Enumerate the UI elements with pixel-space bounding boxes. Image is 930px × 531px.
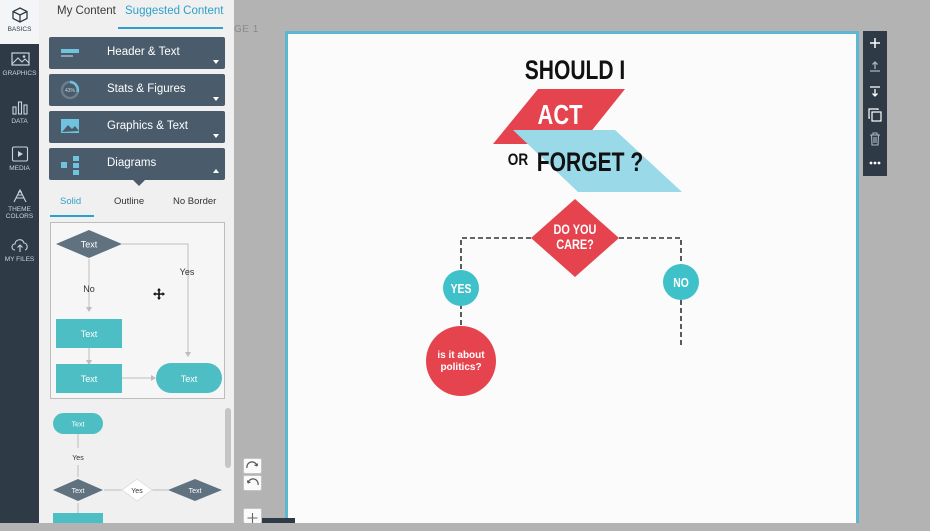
template-yes-label: Yes xyxy=(180,267,195,277)
add-page-button[interactable] xyxy=(243,508,262,523)
element-toolbar xyxy=(863,31,887,176)
diagram-icon xyxy=(61,156,79,175)
expand-caret-icon[interactable] xyxy=(213,97,219,101)
politics-text-line2: politics? xyxy=(440,362,481,373)
content-tabs: My Content Suggested Content xyxy=(39,0,234,30)
diagram-template-2[interactable]: Text Yes Text Yes Text xyxy=(50,405,225,527)
rail-graphics-label: GRAPHICS xyxy=(2,70,37,77)
template2-diamond-2-text: Yes xyxy=(131,488,143,495)
rail-theme-label: THEME xyxy=(8,206,31,213)
template2-pill-text: Text xyxy=(72,422,85,429)
no-text: NO xyxy=(673,276,689,290)
title-should-i: SHOULD I xyxy=(525,56,626,86)
category-graphics-text[interactable]: Graphics & Text xyxy=(49,111,225,143)
template2-yes-label: Yes xyxy=(72,455,84,462)
bar-chart-icon xyxy=(11,101,28,115)
content-panel: My Content Suggested Content Header & Te… xyxy=(39,0,234,527)
header-text-icon xyxy=(61,49,79,57)
collapse-caret-icon[interactable] xyxy=(213,169,219,173)
yes-text: YES xyxy=(451,282,472,296)
forget-text: FORGET ? xyxy=(537,148,643,178)
act-text: ACT xyxy=(538,99,583,130)
category-header-text[interactable]: Header & Text xyxy=(49,37,225,69)
undo-button[interactable] xyxy=(243,475,262,491)
rail-basics[interactable]: BASICS xyxy=(0,0,39,44)
rail-theme-colors[interactable]: THEME COLORS xyxy=(0,188,39,224)
tab-solid[interactable]: Solid xyxy=(60,196,81,207)
send-backward-icon xyxy=(870,86,880,97)
page-label: GE 1 xyxy=(234,24,259,35)
trash-icon xyxy=(870,132,880,146)
page-strip-indicator xyxy=(262,518,295,523)
delete-button[interactable] xyxy=(863,127,887,151)
care-text-line1: DO YOU xyxy=(554,222,597,238)
category-label: Graphics & Text xyxy=(107,120,188,132)
undo-icon xyxy=(246,478,259,486)
expand-caret-icon[interactable] xyxy=(213,134,219,138)
diagram-template-1[interactable]: Text No Yes Text Text Text xyxy=(50,222,225,399)
plus-icon xyxy=(247,513,258,523)
cloud-upload-icon xyxy=(10,239,28,252)
rail-media[interactable]: MEDIA xyxy=(0,145,39,177)
redo-icon xyxy=(246,461,259,469)
expand-caret-icon[interactable] xyxy=(213,60,219,64)
canvas-page[interactable]: SHOULD I ACT FORGET ? OR DO YOU CARE? YE… xyxy=(285,31,859,523)
move-up-button[interactable] xyxy=(863,55,887,79)
politics-circle xyxy=(426,326,496,396)
category-label: Diagrams xyxy=(107,157,157,169)
template-no-label: No xyxy=(83,284,95,294)
redo-button[interactable] xyxy=(243,458,262,474)
rail-colors-label: COLORS xyxy=(5,213,34,220)
category-label: Header & Text xyxy=(107,46,180,58)
category-stats-figures[interactable]: 43% Stats & Figures xyxy=(49,74,225,106)
rail-data-label: DATA xyxy=(11,118,28,125)
bring-forward-icon xyxy=(870,61,880,72)
tab-my-content[interactable]: My Content xyxy=(57,5,116,17)
category-label: Stats & Figures xyxy=(107,83,186,95)
tab-no-border[interactable]: No Border xyxy=(173,196,216,207)
rail-my-files-label: MY FILES xyxy=(4,256,35,263)
rail-media-label: MEDIA xyxy=(9,165,30,172)
politics-text-line1: is it about xyxy=(437,350,485,361)
template2-diamond-1-text: Text xyxy=(72,488,85,495)
care-text-line2: CARE? xyxy=(556,237,594,253)
template2-box xyxy=(53,513,103,527)
duplicate-icon xyxy=(868,108,882,122)
duplicate-button[interactable] xyxy=(863,103,887,127)
style-tab-indicator xyxy=(50,215,94,217)
diagram-template-1-preview: Text No Yes Text Text Text xyxy=(56,230,222,393)
rail-graphics[interactable]: GRAPHICS xyxy=(0,52,39,86)
more-button[interactable] xyxy=(863,151,887,175)
tab-suggested-content[interactable]: Suggested Content xyxy=(125,5,223,17)
diagram-template-2-preview: Text Yes Text Yes Text xyxy=(53,413,222,527)
play-icon xyxy=(11,146,28,162)
template2-diamond-3-text: Text xyxy=(189,488,202,495)
more-icon xyxy=(869,161,881,165)
active-tab-indicator xyxy=(118,27,223,29)
image-icon xyxy=(10,52,30,66)
plus-icon xyxy=(870,38,880,48)
image-text-icon xyxy=(61,119,79,133)
stats-donut-icon: 43% xyxy=(60,80,80,100)
template-diamond-text: Text xyxy=(81,240,98,250)
rail-my-files[interactable]: MY FILES xyxy=(0,236,39,268)
palette-icon xyxy=(13,188,26,203)
template-pill-text: Text xyxy=(181,374,198,384)
tab-outline[interactable]: Outline xyxy=(114,196,144,207)
template-box-1-text: Text xyxy=(81,329,98,339)
stats-icon-text: 43% xyxy=(65,88,76,94)
or-text: OR xyxy=(508,151,528,170)
left-rail: BASICS GRAPHICS DATA MEDIA THEME COLORS … xyxy=(0,0,39,523)
rail-basics-label: BASICS xyxy=(7,26,32,33)
panel-scrollbar[interactable] xyxy=(225,408,231,468)
move-cursor-icon xyxy=(153,288,165,300)
cube-icon xyxy=(11,7,28,23)
move-down-button[interactable] xyxy=(863,79,887,103)
template-box-2-text: Text xyxy=(81,374,98,384)
add-button[interactable] xyxy=(863,31,887,55)
flowchart-graphic: SHOULD I ACT FORGET ? OR DO YOU CARE? YE… xyxy=(426,56,699,396)
category-diagrams[interactable]: Diagrams xyxy=(49,148,225,180)
expanded-pointer xyxy=(133,180,145,186)
rail-data[interactable]: DATA xyxy=(0,98,39,130)
